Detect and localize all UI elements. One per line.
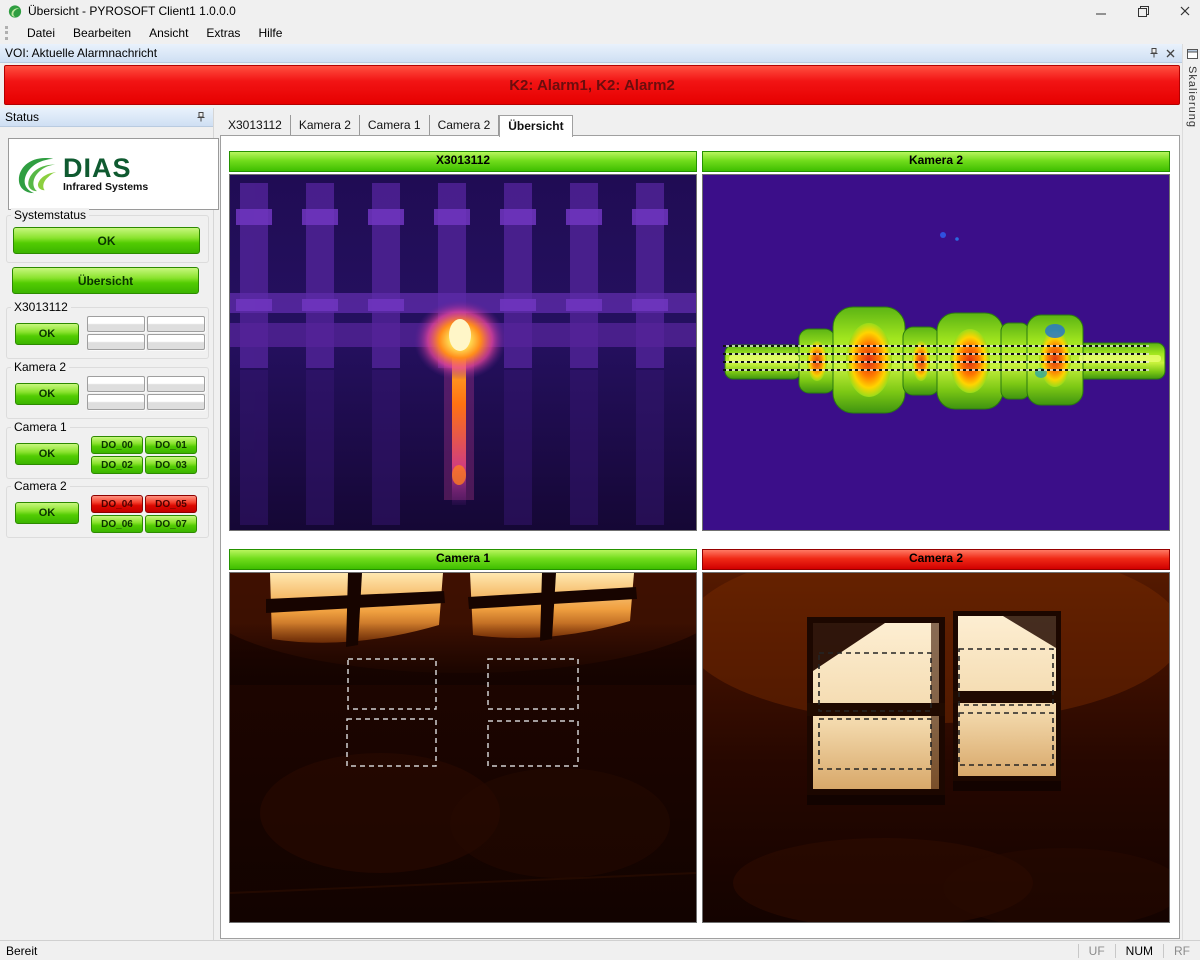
do-07-button[interactable]: DO_07 (145, 515, 197, 533)
close-icon[interactable] (1163, 46, 1177, 60)
camera-title: X3013112 (436, 153, 490, 167)
menu-grip[interactable] (5, 26, 12, 40)
status-panel-title: Status (5, 110, 192, 124)
pyrosoft-window: Übersicht - PYROSOFT Client1 1.0.0.0 Dat… (0, 0, 1200, 960)
app-icon (8, 4, 22, 18)
indicator (147, 376, 205, 392)
group-kamera2-label: Kamera 2 (11, 360, 69, 374)
thermal-image-camera2[interactable] (702, 572, 1170, 923)
do-00-button[interactable]: DO_00 (91, 436, 143, 454)
systemstatus-group: Systemstatus OK (6, 215, 209, 263)
tab-x3013112[interactable]: X3013112 (220, 115, 291, 135)
overview-container: X3013112 Kamera 2 (220, 135, 1180, 939)
group-x3013112: X3013112 OK (6, 307, 209, 359)
status-panel-header: Status (0, 108, 213, 127)
status-panel: Status DIAS Infrared Systems Systemstatu… (0, 108, 214, 940)
do-02-button[interactable]: DO_02 (91, 456, 143, 474)
indicator (147, 394, 205, 410)
pin-icon[interactable] (194, 110, 208, 124)
camera-title: Kamera 2 (909, 153, 963, 167)
camera-title: Camera 1 (436, 551, 490, 565)
tab-kamera2[interactable]: Kamera 2 (291, 115, 360, 135)
logo-name: DIAS (63, 155, 148, 181)
logo-subtitle: Infrared Systems (63, 181, 148, 193)
systemstatus-ok-button[interactable]: OK (13, 227, 200, 254)
group-kamera2: Kamera 2 OK (6, 367, 209, 419)
menu-hilfe[interactable]: Hilfe (249, 22, 291, 44)
do-03-button[interactable]: DO_03 (145, 456, 197, 474)
do-01-button[interactable]: DO_01 (145, 436, 197, 454)
menu-ansicht[interactable]: Ansicht (140, 22, 197, 44)
view-tabs: X3013112 Kamera 2 Camera 1 Camera 2 Über… (220, 115, 1178, 136)
menu-extras[interactable]: Extras (197, 22, 249, 44)
skalierung-label: Skalierung (1186, 66, 1198, 128)
minimize-button[interactable] (1080, 0, 1122, 22)
status-ready: Bereit (0, 944, 1078, 958)
camera-header-kamera2: Kamera 2 (702, 151, 1170, 172)
indicator (87, 394, 145, 410)
tab-uebersicht[interactable]: Übersicht (499, 115, 572, 137)
status-bar: Bereit UF NUM RF (0, 940, 1200, 960)
camera2-ok-button[interactable]: OK (15, 502, 79, 524)
camera1-ok-button[interactable]: OK (15, 443, 79, 465)
restore-button[interactable] (1122, 0, 1164, 22)
thermal-image-camera1[interactable] (229, 572, 697, 923)
window-title: Übersicht - PYROSOFT Client1 1.0.0.0 (28, 4, 236, 18)
menu-bar: Datei Bearbeiten Ansicht Extras Hilfe (0, 22, 1200, 45)
camera2-graphic (703, 573, 1169, 922)
group-camera1: Camera 1 OK DO_00 DO_01 DO_02 DO_03 (6, 427, 209, 479)
thermal-shaft-graphic (703, 175, 1169, 530)
alarm-panel-header: VOI: Aktuelle Alarmnachricht (0, 44, 1182, 63)
thermal-image-x3013112[interactable] (229, 174, 697, 531)
right-dock-strip: Skalierung (1182, 44, 1200, 940)
tab-skalierung[interactable]: Skalierung (1183, 44, 1200, 128)
camera-header-x3013112: X3013112 (229, 151, 697, 172)
alarm-message: K2: Alarm1, K2: Alarm2 (509, 77, 675, 94)
menu-bearbeiten[interactable]: Bearbeiten (64, 22, 140, 44)
alarm-banner: K2: Alarm1, K2: Alarm2 (4, 65, 1180, 105)
camera-title: Camera 2 (909, 551, 963, 565)
pin-icon[interactable] (1147, 46, 1161, 60)
camera-header-camera1: Camera 1 (229, 549, 697, 570)
flag-uf: UF (1078, 944, 1115, 958)
systemstatus-label: Systemstatus (11, 208, 89, 222)
thermal-image-kamera2[interactable] (702, 174, 1170, 531)
uebersicht-button[interactable]: Übersicht (12, 267, 199, 294)
x3013112-ok-button[interactable]: OK (15, 323, 79, 345)
camera-header-camera2-alarm: Camera 2 (702, 549, 1170, 570)
flag-num: NUM (1115, 944, 1163, 958)
dias-logo-icon (15, 153, 59, 195)
indicator (147, 334, 205, 350)
title-bar: Übersicht - PYROSOFT Client1 1.0.0.0 (0, 0, 1200, 22)
thermal-busbar-graphic (230, 175, 696, 530)
indicator (87, 376, 145, 392)
window-controls (1080, 0, 1200, 22)
camera1-graphic (230, 573, 696, 922)
group-camera2-label: Camera 2 (11, 479, 70, 493)
do-05-button[interactable]: DO_05 (145, 495, 197, 513)
alarm-panel: VOI: Aktuelle Alarmnachricht K2: Alarm1,… (0, 44, 1182, 108)
indicator (87, 316, 145, 332)
group-camera2: Camera 2 OK DO_04 DO_05 DO_06 DO_07 (6, 486, 209, 538)
close-button[interactable] (1164, 0, 1200, 22)
kamera2-ok-button[interactable]: OK (15, 383, 79, 405)
menu-datei[interactable]: Datei (18, 22, 64, 44)
do-04-button[interactable]: DO_04 (91, 495, 143, 513)
tab-camera1[interactable]: Camera 1 (360, 115, 430, 135)
dias-logo: DIAS Infrared Systems (8, 138, 219, 210)
group-x3013112-label: X3013112 (11, 300, 71, 314)
indicator (87, 334, 145, 350)
tab-camera2[interactable]: Camera 2 (430, 115, 500, 135)
do-06-button[interactable]: DO_06 (91, 515, 143, 533)
panel-icon (1187, 48, 1198, 62)
flag-rf: RF (1163, 944, 1200, 958)
group-camera1-label: Camera 1 (11, 420, 70, 434)
indicator (147, 316, 205, 332)
alarm-panel-title: VOI: Aktuelle Alarmnachricht (5, 46, 1145, 60)
